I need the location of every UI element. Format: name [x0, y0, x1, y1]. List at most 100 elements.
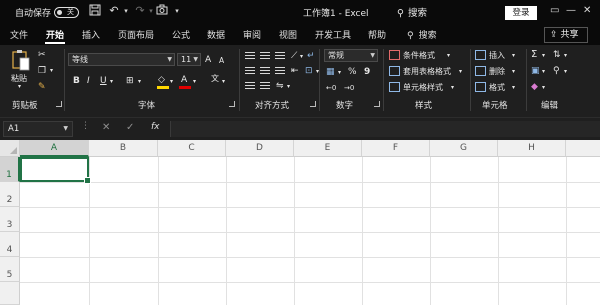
decrease-decimal-icon[interactable]: →0 [344, 83, 354, 93]
borders-dropdown-icon[interactable]: ▾ [138, 77, 141, 87]
percent-style-button[interactable]: % [348, 67, 357, 77]
paste-button[interactable]: 粘贴 ▾ [8, 49, 34, 90]
tab-data[interactable]: 数据 [207, 28, 225, 41]
row-header-4[interactable]: 4 [0, 232, 20, 257]
font-size-dropdown[interactable]: 11 ▼ [177, 53, 201, 66]
formula-bar-grip-icon[interactable]: ⋮ [81, 121, 90, 131]
decrease-indent-icon[interactable]: ⇤ [291, 66, 299, 76]
minimize-icon[interactable]: — [566, 5, 576, 16]
tell-me-search[interactable]: ⚲ 搜索 [407, 28, 437, 41]
fill-icon[interactable]: ▣ [531, 66, 540, 76]
row-header-3[interactable]: 3 [0, 207, 20, 232]
tab-view[interactable]: 视图 [279, 28, 297, 41]
format-painter-icon[interactable]: ✎ [38, 82, 46, 92]
clipboard-launcher-icon[interactable] [56, 101, 62, 107]
underline-dropdown-icon[interactable]: ▾ [110, 77, 113, 87]
format-as-table-button[interactable]: 套用表格格式 ▾ [389, 66, 479, 78]
indent-left-icon[interactable] [245, 82, 255, 91]
find-select-dropdown-icon[interactable]: ▾ [564, 67, 567, 77]
align-right-icon[interactable] [275, 67, 285, 76]
customize-qat-icon[interactable]: ▾ [170, 4, 184, 18]
bold-button[interactable]: B [73, 76, 80, 86]
number-format-dropdown[interactable]: 常规 ▼ [324, 49, 378, 62]
comma-style-button[interactable]: 9 [364, 67, 370, 77]
autosave-toggle[interactable]: 关 [54, 7, 79, 18]
copy-icon[interactable]: ❐ [38, 66, 46, 76]
wrap-text-icon[interactable]: ↵ [307, 51, 315, 61]
phonetic-dropdown-icon[interactable]: ▾ [222, 77, 225, 87]
share-button[interactable]: ⇪ 共享 [544, 27, 588, 43]
search-box[interactable]: ⚲ 搜索 [397, 5, 427, 19]
cell-styles-button[interactable]: 单元格样式 ▾ [389, 82, 474, 94]
autosum-dropdown-icon[interactable]: ▾ [542, 51, 545, 61]
clear-icon[interactable]: ◆ [531, 82, 538, 92]
alignment-launcher-icon[interactable] [310, 101, 316, 107]
merge-center-icon[interactable]: ⊡ [305, 66, 313, 76]
row-header-2[interactable]: 2 [0, 182, 20, 207]
insert-function-button[interactable]: fx [151, 122, 160, 132]
worksheet-grid[interactable]: A B C D E F G H 1 2 3 4 5 [0, 140, 600, 305]
align-bottom-icon[interactable] [275, 52, 285, 61]
orientation-dropdown-icon[interactable]: ▾ [300, 52, 303, 62]
fill-dropdown-icon[interactable]: ▾ [542, 67, 545, 77]
copy-dropdown-icon[interactable]: ▾ [50, 66, 53, 76]
delete-cells-button[interactable]: 删除 ▾ [475, 66, 523, 78]
italic-button[interactable]: I [87, 76, 90, 86]
column-header-e[interactable]: E [294, 140, 362, 157]
conditional-format-button[interactable]: 条件格式 ▾ [389, 50, 469, 62]
tab-formulas[interactable]: 公式 [172, 28, 190, 41]
align-center-icon[interactable] [260, 67, 270, 76]
row-header-partial[interactable] [0, 282, 20, 305]
cancel-entry-icon[interactable]: ✕ [102, 122, 110, 133]
cut-icon[interactable]: ✂ [38, 50, 46, 60]
clear-dropdown-icon[interactable]: ▾ [542, 83, 545, 93]
grow-font-icon[interactable]: A [205, 55, 211, 65]
login-button[interactable]: 登录 [505, 6, 537, 20]
borders-icon[interactable]: ⊞ [126, 76, 134, 86]
enter-entry-icon[interactable]: ✓ [126, 122, 134, 133]
close-icon[interactable]: ✕ [583, 5, 591, 16]
column-header-h[interactable]: H [498, 140, 566, 157]
sort-filter-icon[interactable]: ⇅ [553, 50, 561, 60]
save-icon[interactable] [88, 4, 102, 18]
row-header-5[interactable]: 5 [0, 257, 20, 282]
column-header-partial[interactable] [566, 140, 600, 157]
align-top-icon[interactable] [245, 52, 255, 61]
column-header-f[interactable]: F [362, 140, 430, 157]
tab-help[interactable]: 帮助 [368, 28, 386, 41]
increase-decimal-icon[interactable]: ←0 [326, 83, 336, 93]
text-direction-icon[interactable]: ⇋ [276, 81, 284, 91]
tab-page-layout[interactable]: 页面布局 [118, 28, 154, 41]
font-color-icon[interactable]: A [181, 75, 187, 85]
align-middle-icon[interactable] [260, 52, 270, 61]
tab-review[interactable]: 审阅 [243, 28, 261, 41]
font-name-dropdown[interactable]: 等线 ▼ [68, 53, 175, 66]
fill-color-dropdown-icon[interactable]: ▾ [170, 77, 173, 87]
orientation-icon[interactable]: ⟋ [291, 51, 297, 61]
find-select-icon[interactable]: ⚲ [553, 66, 560, 76]
format-cells-button[interactable]: 格式 ▾ [475, 82, 523, 94]
select-all-button[interactable] [0, 140, 20, 157]
column-header-g[interactable]: G [430, 140, 498, 157]
insert-cells-button[interactable]: 插入 ▾ [475, 50, 523, 62]
underline-button[interactable]: U [100, 76, 107, 86]
tab-insert[interactable]: 插入 [82, 28, 100, 41]
align-left-icon[interactable] [245, 67, 255, 76]
fill-color-icon[interactable]: ◇ [158, 75, 165, 85]
shrink-font-icon[interactable]: A [219, 56, 224, 66]
tab-home[interactable]: 开始 [46, 28, 64, 41]
active-cell-a1[interactable] [20, 157, 91, 184]
phonetic-guide-icon[interactable]: 文 [211, 74, 219, 84]
number-launcher-icon[interactable] [374, 101, 380, 107]
column-header-a[interactable]: A [20, 140, 89, 157]
text-direction-dropdown-icon[interactable]: ▾ [287, 82, 290, 92]
font-color-dropdown-icon[interactable]: ▾ [193, 77, 196, 87]
undo-dropdown-icon[interactable]: ▾ [119, 4, 133, 18]
autosum-icon[interactable]: Σ [531, 50, 537, 60]
accounting-dropdown-icon[interactable]: ▾ [338, 68, 341, 78]
column-header-d[interactable]: D [226, 140, 294, 157]
tab-developer[interactable]: 开发工具 [315, 28, 351, 41]
camera-icon[interactable] [155, 4, 169, 18]
column-header-c[interactable]: C [158, 140, 226, 157]
ribbon-display-icon[interactable]: ▭ [550, 5, 559, 16]
